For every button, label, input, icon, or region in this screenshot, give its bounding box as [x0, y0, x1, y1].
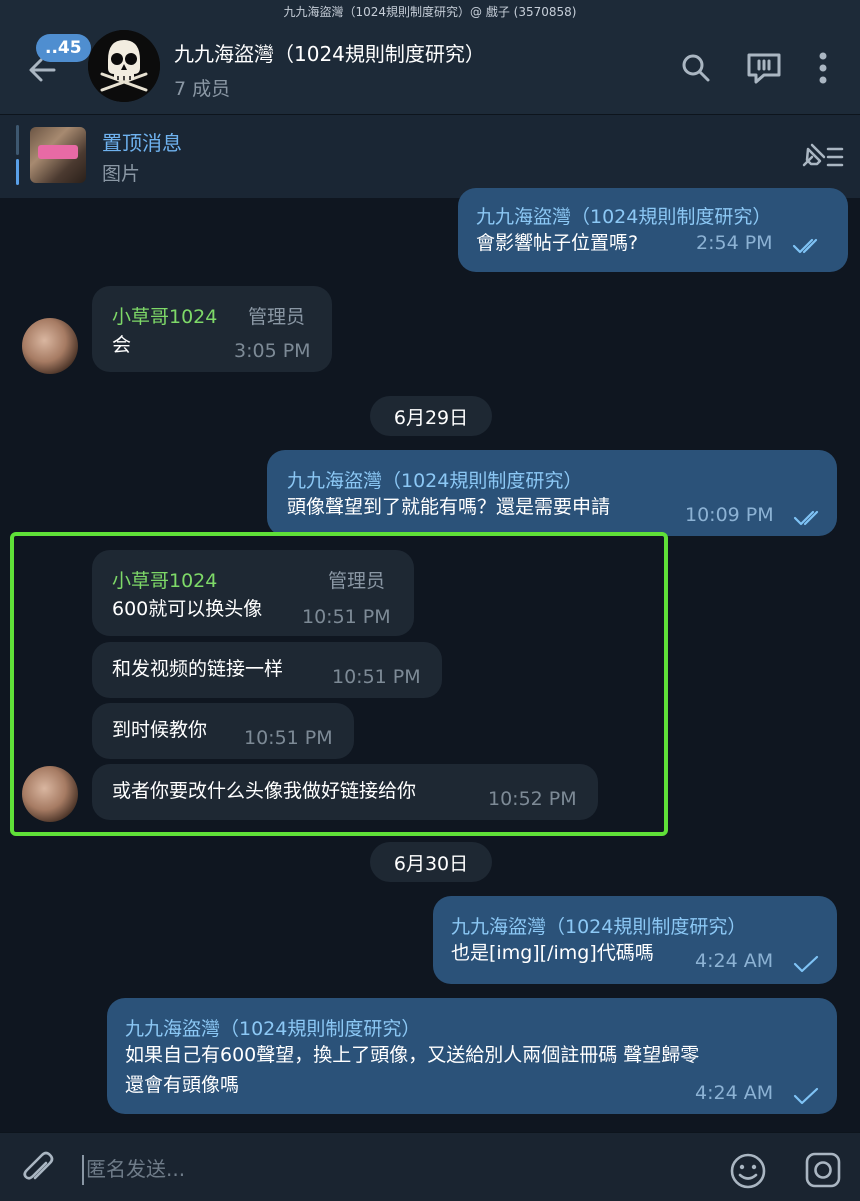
message-time: 4:24 AM [695, 1082, 774, 1104]
message-bubble-incoming[interactable]: 和发视频的链接一样 10:51 PM [92, 642, 442, 698]
status-strip-text: 九九海盜灣（1024規則制度研究）@ 戲子 (3570858) [283, 4, 577, 19]
message-text: 600就可以换头像 [112, 598, 263, 620]
group-title[interactable]: 九九海盜灣（1024規則制度研究） [174, 38, 485, 67]
user-avatar[interactable] [22, 318, 78, 374]
pin-indicator-active [16, 159, 19, 185]
message-text: 会 [112, 334, 132, 356]
message-time: 10:51 PM [244, 727, 333, 749]
camera-icon[interactable] [804, 1151, 842, 1189]
message-time: 10:51 PM [332, 666, 421, 688]
date-text: 6月29日 [393, 406, 469, 429]
admin-role-label: 管理员 [328, 570, 386, 592]
date-separator: 6月29日 [370, 396, 492, 436]
check-icon [793, 955, 819, 973]
message-bubble-incoming[interactable]: 小草哥1024 管理员 会 3:05 PM [92, 286, 332, 372]
pin-list-icon[interactable] [798, 139, 846, 175]
status-strip: 九九海盜灣（1024規則制度研究）@ 戲子 (3570858) [0, 0, 860, 22]
more-vert-icon[interactable] [806, 48, 840, 88]
pinned-subtitle: 图片 [102, 163, 141, 185]
text-caret [82, 1155, 84, 1185]
message-time: 3:05 PM [234, 340, 311, 362]
date-separator: 6月30日 [370, 842, 492, 882]
user-avatar[interactable] [22, 766, 78, 822]
message-bubble-incoming[interactable]: 或者你要改什么头像我做好链接给你 10:52 PM [92, 764, 598, 820]
message-text-line1: 如果自己有600聲望，換上了頭像，又送給別人兩個註冊碼 聲望歸零 [125, 1044, 700, 1066]
message-time: 10:51 PM [302, 606, 391, 628]
message-bubble-incoming[interactable]: 小草哥1024 管理员 600就可以换头像 10:51 PM [92, 550, 414, 636]
message-bubble-outgoing[interactable]: 九九海盜灣（1024規則制度研究） 會影響帖子位置嗎? 2:54 PM [458, 188, 848, 272]
search-icon[interactable] [676, 48, 716, 88]
message-text: 頭像聲望到了就能有嗎？還是需要申請 [287, 496, 611, 518]
message-bubble-outgoing[interactable]: 九九海盜灣（1024規則制度研究） 如果自己有600聲望，換上了頭像，又送給別人… [107, 998, 837, 1114]
sender-name: 九九海盜灣（1024規則制度研究） [125, 1018, 421, 1040]
sender-name: 小草哥1024 [112, 306, 218, 328]
sender-name: 九九海盜灣（1024規則制度研究） [451, 916, 747, 938]
unread-count-text: ..45 [45, 38, 82, 58]
pinned-image-thumbnail [30, 127, 86, 183]
message-time: 2:54 PM [696, 232, 773, 254]
message-time: 4:24 AM [695, 950, 774, 972]
message-text: 到时候教你 [112, 719, 208, 741]
message-bubble-outgoing[interactable]: 九九海盜灣（1024規則制度研究） 也是[img][/img]代碼嗎 4:24 … [433, 896, 837, 984]
message-text: 會影響帖子位置嗎? [476, 232, 639, 254]
pinned-message-bar[interactable]: 置顶消息 图片 [0, 114, 860, 198]
message-input[interactable] [86, 1151, 686, 1187]
emoji-icon[interactable] [728, 1151, 768, 1191]
message-time: 10:09 PM [685, 504, 774, 526]
member-count: 7 成员 [174, 78, 231, 100]
check-icon [793, 1087, 819, 1105]
double-check-icon [793, 510, 819, 526]
message-bubble-incoming[interactable]: 到时候教你 10:51 PM [92, 703, 354, 759]
sender-name: 九九海盜灣（1024規則制度研究） [287, 470, 583, 492]
pirate-skull-icon [88, 30, 160, 102]
message-text-line2: 還會有頭像嗎 [125, 1074, 240, 1096]
message-text: 也是[img][/img]代碼嗎 [451, 942, 654, 964]
message-time: 10:52 PM [488, 788, 577, 810]
unread-count-badge[interactable]: ..45 [36, 34, 91, 62]
message-text: 和发视频的链接一样 [112, 658, 284, 680]
message-text: 或者你要改什么头像我做好链接给你 [112, 780, 417, 802]
message-list[interactable]: 九九海盜灣（1024規則制度研究） 會影響帖子位置嗎? 2:54 PM 小草哥1… [0, 188, 860, 1132]
sender-name: 九九海盜灣（1024規則制度研究） [476, 206, 772, 228]
pin-indicator [16, 125, 19, 155]
double-check-icon [792, 238, 818, 254]
attach-icon[interactable] [18, 1149, 58, 1189]
message-input-bar [0, 1132, 860, 1201]
date-text: 6月30日 [393, 852, 469, 875]
admin-role-label: 管理员 [248, 306, 306, 328]
chat-bubbles-icon[interactable] [744, 48, 784, 88]
sender-name: 小草哥1024 [112, 570, 218, 592]
message-bubble-outgoing[interactable]: 九九海盜灣（1024規則制度研究） 頭像聲望到了就能有嗎？還是需要申請 10:0… [267, 450, 837, 536]
chat-header: ..45 九九海盜灣（1024規則制度研究） 7 成员 [0, 22, 860, 114]
pinned-title: 置顶消息 [102, 131, 182, 155]
group-avatar[interactable] [88, 30, 160, 102]
